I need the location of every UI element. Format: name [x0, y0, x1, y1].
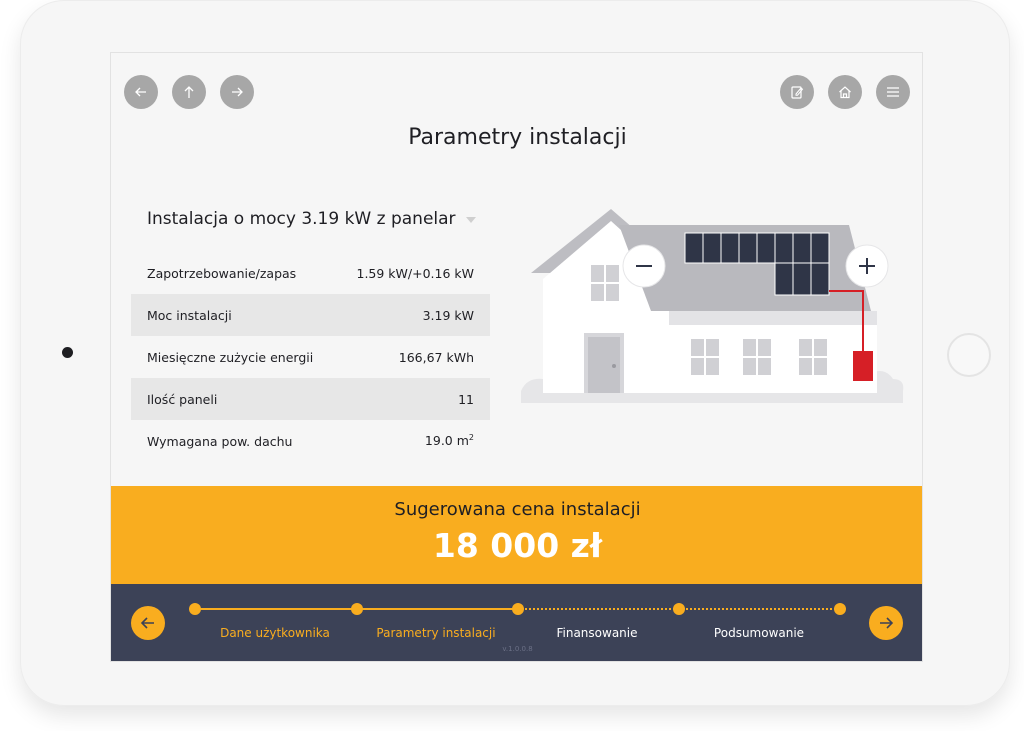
step-dot[interactable] [512, 603, 524, 615]
step-dot[interactable] [189, 603, 201, 615]
arrow-left-icon [140, 617, 154, 629]
param-label: Wymagana pow. dachu [147, 433, 293, 449]
arrow-up-icon [184, 86, 194, 98]
param-row-monthly-usage: Miesięczne zużycie energii 166,67 kWh [131, 336, 490, 378]
menu-button[interactable] [876, 75, 910, 109]
hardware-home-button[interactable] [947, 333, 991, 377]
param-value: 3.19 kW [422, 307, 474, 323]
step-user-data[interactable]: Dane użytkownika [200, 626, 350, 640]
step-dot[interactable] [351, 603, 363, 615]
arrow-right-icon [232, 87, 243, 97]
hamburger-icon [887, 87, 899, 97]
edit-icon [791, 86, 804, 99]
version-label: v.1.0.0.8 [502, 645, 533, 653]
progress-line-done [357, 608, 518, 610]
step-financing[interactable]: Finansowanie [522, 626, 672, 640]
progress-line-done [195, 608, 357, 610]
parameters-list: Zapotrzebowanie/zapas 1.59 kW/+0.16 kW M… [131, 252, 490, 462]
param-value: 19.0 m2 [425, 433, 474, 448]
param-row-power: Moc instalacji 3.19 kW [131, 294, 490, 336]
price-label: Sugerowana cena instalacji [394, 499, 641, 520]
arrow-left-icon [135, 87, 146, 97]
price-banner: Sugerowana cena instalacji 18 000 zł [111, 486, 922, 584]
price-value: 18 000 zł [432, 526, 603, 565]
remove-panel-button[interactable] [622, 244, 666, 288]
app-screen: Parametry instalacji Instalacja o mocy 3… [110, 52, 923, 662]
unit-superscript: 2 [468, 433, 474, 443]
step-dot[interactable] [673, 603, 685, 615]
progress-line-pending [679, 608, 840, 610]
next-step-button[interactable] [869, 606, 903, 640]
step-dot[interactable] [834, 603, 846, 615]
param-label: Miesięczne zużycie energii [147, 349, 314, 365]
chevron-down-icon [465, 217, 476, 223]
param-label: Zapotrzebowanie/zapas [147, 265, 297, 281]
param-row-roof-area: Wymagana pow. dachu 19.0 m2 [131, 420, 490, 462]
arrow-right-icon [880, 617, 894, 629]
progress-line-pending [518, 608, 679, 610]
previous-step-button[interactable] [131, 606, 165, 640]
param-row-demand: Zapotrzebowanie/zapas 1.59 kW/+0.16 kW [131, 252, 490, 294]
up-button[interactable] [172, 75, 206, 109]
step-summary[interactable]: Podsumowanie [684, 626, 834, 640]
param-value: 1.59 kW/+0.16 kW [356, 265, 475, 281]
param-value: 166,67 kWh [398, 349, 474, 365]
param-label: Moc instalacji [147, 307, 232, 323]
home-button[interactable] [828, 75, 862, 109]
edit-button[interactable] [780, 75, 814, 109]
home-icon [839, 86, 851, 99]
forward-button[interactable] [220, 75, 254, 109]
param-value: 11 [458, 391, 474, 407]
roof-area-value: 19.0 m [424, 433, 469, 449]
camera [62, 347, 73, 358]
back-button[interactable] [124, 75, 158, 109]
step-navigation: Dane użytkownika Parametry instalacji Fi… [111, 584, 922, 661]
add-panel-button[interactable] [845, 244, 889, 288]
installation-select[interactable]: Instalacja o mocy 3.19 kW z panelar [147, 209, 476, 229]
param-label: Ilość paneli [147, 391, 218, 407]
param-row-panel-count: Ilość paneli 11 [131, 378, 490, 420]
installation-select-value: Instalacja o mocy 3.19 kW z panelar [147, 209, 456, 229]
step-installation-params[interactable]: Parametry instalacji [361, 626, 511, 640]
house-illustration [521, 209, 904, 403]
page-title: Parametry instalacji [408, 125, 627, 150]
